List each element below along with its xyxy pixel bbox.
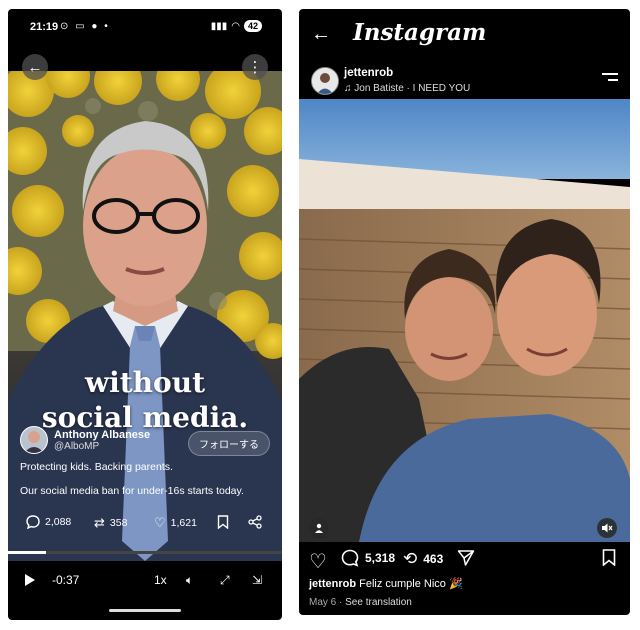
play-button[interactable] [24, 573, 36, 587]
tagged-people-button[interactable] [309, 518, 329, 538]
author-name: Anthony Albanese [54, 428, 151, 441]
meta-separator: · [339, 597, 343, 608]
comment-icon [26, 515, 40, 529]
reply-count: 2,088 [45, 516, 72, 528]
top-bar: ← Instagram [299, 9, 630, 59]
like-button[interactable]: ♡ 1,621 [154, 515, 197, 531]
system-icons: ▮▮▮ ◠ 42 [211, 20, 262, 32]
photo-image [299, 99, 630, 542]
share-count: 463 [423, 552, 444, 566]
author-handle: @AlboMP [54, 440, 100, 452]
fullscreen-button[interactable]: ⤢ [220, 573, 230, 588]
status-bar: 21:19 ⊙ ▭ ● • ▮▮▮ ◠ 42 [8, 9, 282, 47]
play-icon [25, 574, 35, 586]
instagram-screen: ← Instagram jettenrob ♫ Jon Batiste · I … [299, 9, 630, 615]
follow-button[interactable]: フォローする [188, 431, 270, 456]
music-info[interactable]: ♫ Jon Batiste · I NEED YOU [344, 83, 470, 94]
back-button[interactable]: ← [22, 54, 48, 80]
post-header: jettenrob ♫ Jon Batiste · I NEED YOU [299, 63, 630, 103]
send-button[interactable] [457, 549, 475, 567]
arrow-left-icon: ← [311, 23, 331, 45]
post-date: May 6 [309, 597, 337, 608]
expand-icon: ⤢ [220, 573, 230, 587]
repost-icon: ⟲ [403, 549, 418, 568]
menu-icon [602, 73, 618, 75]
avatar-image [312, 68, 338, 94]
x-video-screen: 21:19 ⊙ ▭ ● • ▮▮▮ ◠ 42 without social me… [8, 9, 282, 620]
reply-button[interactable]: 2,088 [26, 515, 71, 529]
avatar[interactable] [311, 67, 339, 95]
status-time: 21:19 [30, 21, 59, 33]
avatar-image [24, 431, 44, 453]
comment-count: 5,318 [365, 551, 396, 565]
post-actions: ♡ 5,318 ⟲ 463 [299, 549, 630, 573]
save-button[interactable] [602, 549, 616, 566]
bookmark-icon [217, 515, 229, 529]
caption-username[interactable]: jettenrob [309, 578, 356, 590]
share-icon [248, 515, 262, 529]
app-logo: Instagram [353, 19, 487, 46]
video-progress-fill [8, 551, 47, 554]
post-actions: 2,088 ⇄ 358 ♡ 1,621 [8, 515, 282, 539]
post-author[interactable]: Anthony Albanese @AlboMP [20, 426, 150, 454]
avatar[interactable] [20, 426, 48, 454]
repost-icon: ⇄ [94, 515, 105, 530]
send-icon [457, 550, 475, 566]
video-caption-line-1: without [85, 366, 205, 399]
music-track: Jon Batiste · I NEED YOU [354, 83, 471, 94]
heart-icon: ♡ [309, 551, 327, 573]
post-caption: jettenrob Feliz cumple Nico 🎉 [309, 577, 463, 590]
post-photo[interactable] [299, 99, 630, 542]
repost-count: 358 [109, 517, 128, 529]
speaker-muted-icon [602, 523, 613, 533]
arrow-left-icon: ← [27, 58, 43, 76]
minimize-icon: ⇲ [252, 573, 263, 587]
more-options-button[interactable] [602, 73, 618, 85]
video-progress-bar[interactable] [8, 551, 282, 554]
share-button[interactable] [248, 515, 262, 529]
home-indicator [109, 609, 181, 612]
repost-button[interactable]: ⇄ 358 [94, 515, 127, 531]
more-options-button[interactable]: ⋮ [242, 54, 268, 80]
battery-icon: 42 [243, 20, 262, 32]
comment-button[interactable]: 5,318 [341, 549, 395, 567]
wifi-icon: ◠ [231, 20, 240, 32]
post-text-line-2: Our social media ban for under-16s start… [20, 485, 244, 497]
more-vertical-icon: ⋮ [247, 59, 263, 76]
signal-icon: ▮▮▮ [210, 20, 228, 32]
post-text-line-1: Protecting kids. Backing parents. [20, 461, 173, 473]
minimize-button[interactable]: ⇲ [252, 573, 262, 587]
caption-text: Feliz cumple Nico 🎉 [359, 578, 463, 590]
volume-button[interactable]: 🔈︎ [186, 573, 193, 588]
music-note-icon: ♫ [344, 83, 352, 94]
bookmark-button[interactable] [217, 515, 229, 529]
like-count: 1,621 [170, 517, 197, 529]
playback-speed-button[interactable]: 1x [154, 573, 167, 587]
see-translation-link[interactable]: See translation [345, 597, 412, 608]
comment-icon [341, 549, 359, 567]
video-controls: -0:37 1x 🔈︎ ⤢ ⇲ [8, 569, 282, 593]
repost-button[interactable]: ⟲ 463 [403, 549, 443, 569]
post-username[interactable]: jettenrob [344, 67, 393, 79]
time-remaining: -0:37 [52, 573, 80, 587]
back-button[interactable]: ← [311, 23, 331, 46]
heart-icon: ♡ [154, 515, 166, 530]
post-meta: May 6 · See translation [309, 597, 412, 608]
speaker-icon: 🔈︎ [186, 573, 194, 587]
notification-icons: ⊙ ▭ ● • [60, 21, 110, 32]
bookmark-icon [602, 549, 616, 566]
like-button[interactable]: ♡ [309, 549, 327, 574]
mute-button[interactable] [597, 518, 617, 538]
person-icon [315, 523, 323, 533]
